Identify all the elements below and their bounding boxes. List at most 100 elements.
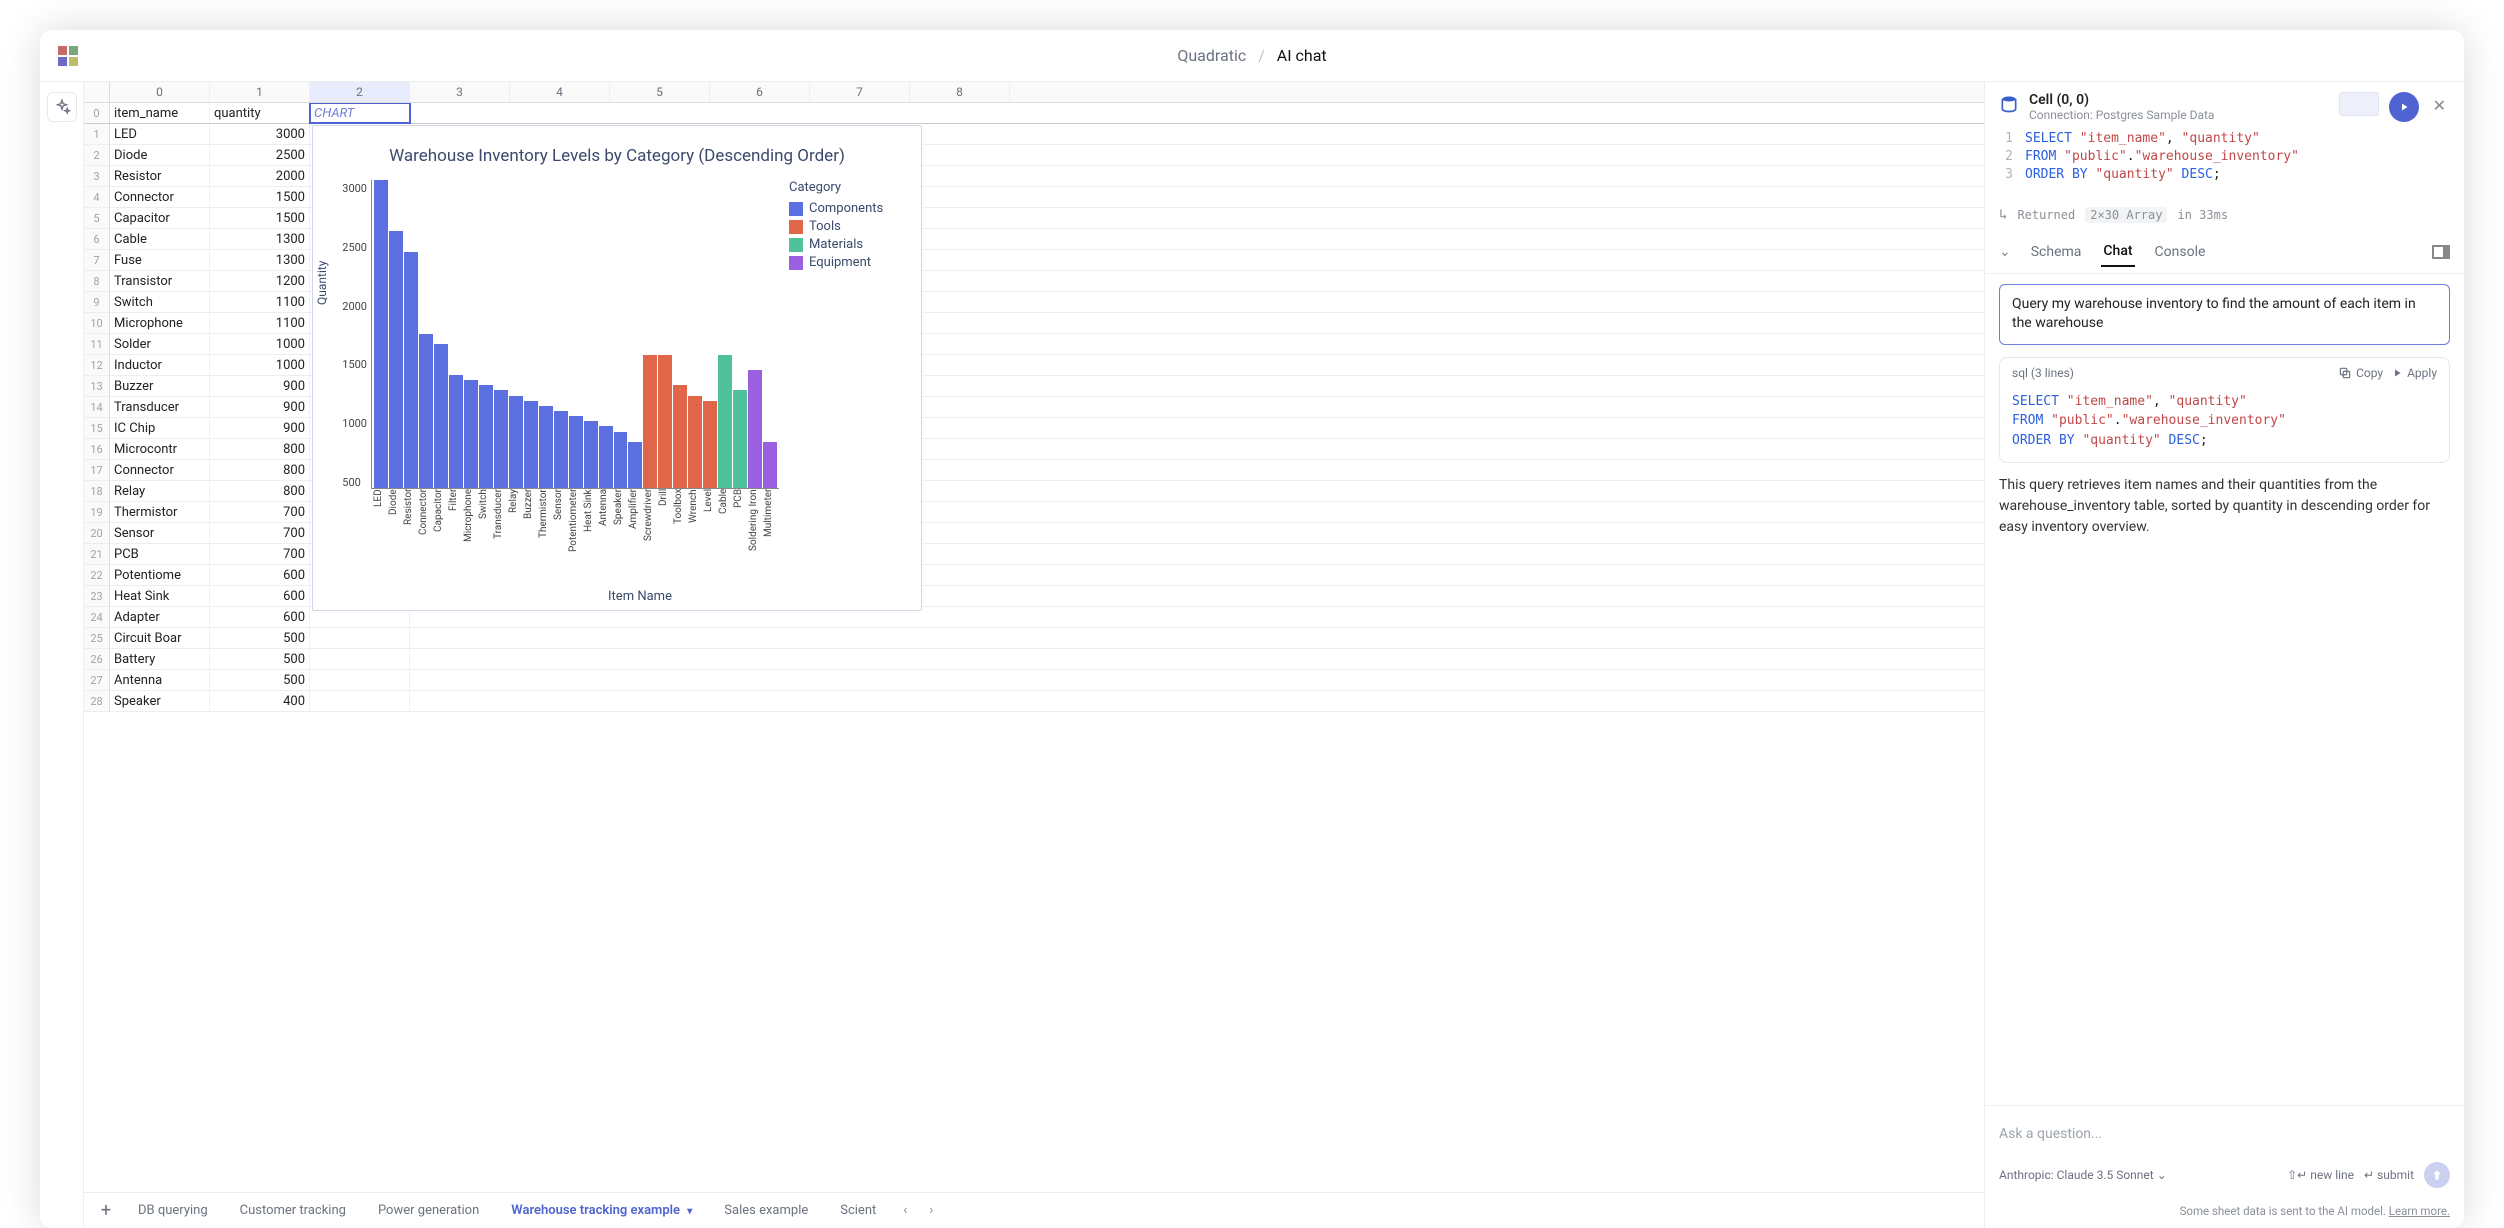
row-header[interactable]: 15 — [84, 418, 110, 438]
row-header[interactable]: 11 — [84, 334, 110, 354]
cell[interactable]: Relay — [110, 481, 210, 501]
cell[interactable]: 600 — [210, 607, 310, 627]
cell[interactable]: Capacitor — [110, 208, 210, 228]
tabs-prev[interactable]: ‹ — [894, 1203, 916, 1218]
row-header[interactable]: 16 — [84, 439, 110, 459]
row-header[interactable]: 0 — [84, 103, 110, 123]
tab-schema[interactable]: Schema — [2029, 238, 2084, 266]
chart-bar[interactable] — [748, 370, 762, 488]
sheet-tab[interactable]: Power generation — [364, 1197, 493, 1224]
cell[interactable]: Speaker — [110, 691, 210, 711]
row-header[interactable]: 18 — [84, 481, 110, 501]
sql-editor[interactable]: 1SELECT "item_name", "quantity" 2FROM "p… — [1985, 128, 2464, 199]
chart-bar[interactable] — [658, 355, 672, 488]
cell[interactable]: Potentiome — [110, 565, 210, 585]
sheet-tab[interactable]: Customer tracking — [226, 1197, 360, 1224]
legend-item[interactable]: Components — [789, 201, 909, 216]
legend-item[interactable]: Equipment — [789, 255, 909, 270]
row-header[interactable]: 14 — [84, 397, 110, 417]
row-header[interactable]: 12 — [84, 355, 110, 375]
cell[interactable]: 1100 — [210, 292, 310, 312]
cell[interactable]: 1200 — [210, 271, 310, 291]
cell[interactable]: 700 — [210, 544, 310, 564]
cell[interactable]: 400 — [210, 691, 310, 711]
chart-bar[interactable] — [419, 334, 433, 488]
cell[interactable]: PCB — [110, 544, 210, 564]
chart-bar[interactable] — [733, 390, 747, 488]
chart-bar[interactable] — [494, 390, 508, 488]
cell[interactable]: 700 — [210, 502, 310, 522]
chart-bar[interactable] — [628, 442, 642, 488]
sheet-tab[interactable]: DB querying — [124, 1197, 222, 1224]
row-header[interactable]: 1 — [84, 124, 110, 144]
cell[interactable]: LED — [110, 124, 210, 144]
chart-bar[interactable] — [464, 380, 478, 488]
chart-bar[interactable] — [673, 385, 687, 488]
chart-bar[interactable] — [599, 426, 613, 488]
cell[interactable]: 1100 — [210, 313, 310, 333]
learn-more-link[interactable]: Learn more. — [2389, 1204, 2450, 1218]
cell[interactable]: Transducer — [110, 397, 210, 417]
row-header[interactable]: 25 — [84, 628, 110, 648]
ai-sparkle-button[interactable] — [47, 92, 77, 122]
cell[interactable]: Circuit Boar — [110, 628, 210, 648]
chart-bar[interactable] — [389, 231, 403, 488]
cell[interactable]: quantity — [210, 103, 310, 123]
chart[interactable]: Warehouse Inventory Levels by Category (… — [312, 125, 922, 611]
chart-bar[interactable] — [643, 355, 657, 488]
cell[interactable]: Fuse — [110, 250, 210, 270]
copy-button[interactable]: Copy — [2338, 366, 2383, 380]
row-header[interactable]: 28 — [84, 691, 110, 711]
column-header[interactable]: 6 — [710, 82, 810, 102]
row-header[interactable]: 26 — [84, 649, 110, 669]
row-header[interactable]: 19 — [84, 502, 110, 522]
row-header[interactable]: 8 — [84, 271, 110, 291]
row-header[interactable]: 21 — [84, 544, 110, 564]
column-header[interactable]: 4 — [510, 82, 610, 102]
chart-bar[interactable] — [434, 344, 448, 488]
chart-bar[interactable] — [614, 432, 628, 488]
chart-bar[interactable] — [763, 442, 777, 488]
cell[interactable]: 900 — [210, 397, 310, 417]
sheet-tab[interactable]: Warehouse tracking example ▾ — [497, 1197, 706, 1224]
column-header[interactable]: 1 — [210, 82, 310, 102]
row-header[interactable]: 2 — [84, 145, 110, 165]
cell[interactable]: 800 — [210, 460, 310, 480]
cell[interactable]: 600 — [210, 586, 310, 606]
legend-item[interactable]: Materials — [789, 237, 909, 252]
collapse-icon[interactable]: ⌄ — [1999, 244, 2011, 260]
cell[interactable]: Microphone — [110, 313, 210, 333]
cell[interactable]: 1500 — [210, 208, 310, 228]
panel-layout-icon[interactable] — [2432, 245, 2450, 259]
row-header[interactable]: 22 — [84, 565, 110, 585]
chart-bar[interactable] — [449, 375, 463, 488]
send-button[interactable] — [2424, 1162, 2450, 1188]
chart-bar[interactable] — [688, 396, 702, 488]
cell[interactable]: 700 — [210, 523, 310, 543]
cell[interactable]: Cable — [110, 229, 210, 249]
cell[interactable]: Microcontr — [110, 439, 210, 459]
chart-bar[interactable] — [479, 385, 493, 488]
cell[interactable]: Transistor — [110, 271, 210, 291]
row-header[interactable]: 13 — [84, 376, 110, 396]
chart-bar[interactable] — [554, 411, 568, 488]
preview-thumbnail[interactable] — [2339, 92, 2379, 116]
cell[interactable]: Solder — [110, 334, 210, 354]
cell[interactable]: 1300 — [210, 250, 310, 270]
cell[interactable]: Diode — [110, 145, 210, 165]
cell[interactable]: 1500 — [210, 187, 310, 207]
cell[interactable]: Buzzer — [110, 376, 210, 396]
cell[interactable]: Connector — [110, 460, 210, 480]
column-header[interactable]: 5 — [610, 82, 710, 102]
cell[interactable]: Switch — [110, 292, 210, 312]
row-header[interactable]: 7 — [84, 250, 110, 270]
cell[interactable]: Battery — [110, 649, 210, 669]
cell[interactable]: 900 — [210, 376, 310, 396]
legend-item[interactable]: Tools — [789, 219, 909, 234]
cell[interactable]: 500 — [210, 649, 310, 669]
row-header[interactable]: 5 — [84, 208, 110, 228]
row-header[interactable]: 9 — [84, 292, 110, 312]
chart-bar[interactable] — [404, 252, 418, 488]
cell[interactable]: Connector — [110, 187, 210, 207]
row-header[interactable]: 4 — [84, 187, 110, 207]
